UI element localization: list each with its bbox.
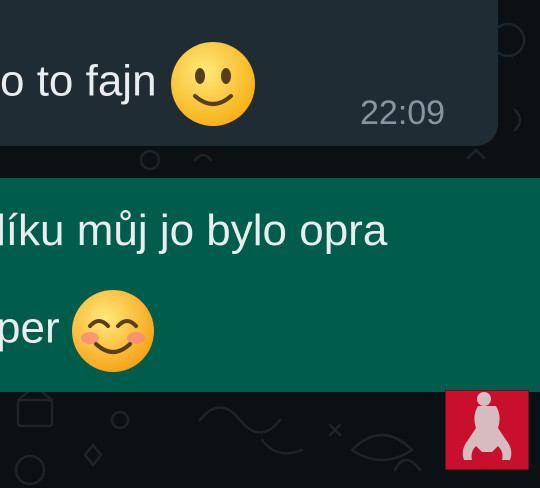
slightly-smiling-face-emoji (169, 40, 257, 128)
message-timestamp: 22:09 (360, 94, 446, 132)
sticker-badge[interactable] (445, 390, 529, 470)
outgoing-message-line2: per (0, 288, 156, 374)
incoming-message-text: o to fajn (0, 40, 257, 128)
outgoing-message-line1: líku můj jo bylo opra (0, 206, 388, 255)
outgoing-message-line2-text: per (0, 303, 60, 353)
incoming-message-body: o to fajn (0, 56, 157, 106)
figure-silhouette-icon (462, 392, 512, 460)
smiling-face-with-smiling-eyes-emoji (70, 288, 156, 374)
